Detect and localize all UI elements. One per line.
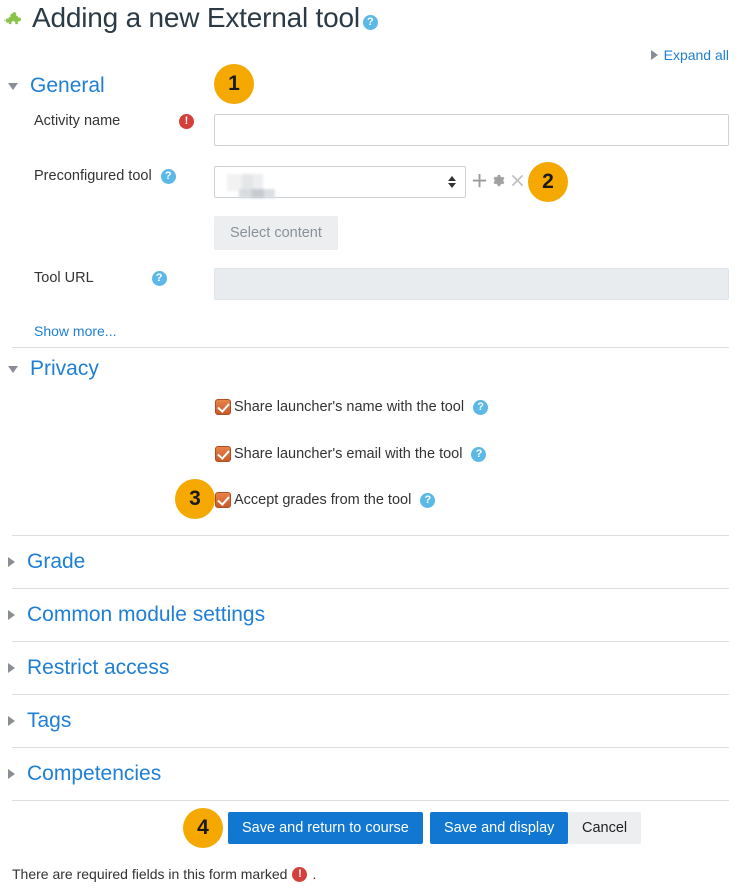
section-title-privacy: Privacy — [30, 357, 99, 380]
section-header-tags[interactable]: Tags — [8, 709, 71, 733]
help-icon[interactable]: ? — [420, 492, 436, 508]
puzzle-piece-icon — [0, 11, 26, 35]
expand-all-link[interactable]: Expand all — [664, 47, 729, 63]
chevron-down-icon[interactable] — [8, 365, 18, 373]
section-header-grade[interactable]: Grade — [8, 550, 85, 574]
divider — [12, 347, 729, 348]
divider — [12, 747, 729, 748]
checkbox-accept-grades[interactable] — [215, 492, 231, 508]
required-field-icon: ! — [292, 866, 308, 882]
chevron-right-icon[interactable] — [8, 769, 15, 779]
tool-url-input[interactable] — [214, 268, 729, 300]
section-header-general[interactable]: General — [8, 74, 105, 98]
section-header-competencies[interactable]: Competencies — [8, 762, 161, 786]
select-content-button[interactable]: Select content — [214, 216, 338, 250]
divider — [12, 588, 729, 589]
section-title-competencies: Competencies — [27, 762, 162, 785]
preconfigured-tool-label-group: Preconfigured tool ? — [34, 168, 176, 184]
tool-url-label: Tool URL — [34, 270, 94, 286]
required-field-icon: ! — [179, 113, 194, 129]
gear-icon[interactable] — [492, 174, 505, 192]
section-header-common-module-settings[interactable]: Common module settings — [8, 603, 265, 627]
section-title-grade: Grade — [27, 550, 86, 573]
share-name-checkbox-row[interactable]: Share launcher's name with the tool ? — [215, 399, 489, 415]
help-icon[interactable]: ? — [473, 399, 489, 415]
divider — [12, 641, 729, 642]
expand-all-control[interactable]: Expand all — [650, 47, 729, 63]
checkbox-label: Share launcher's email with the tool — [234, 446, 463, 462]
step-badge-3: 3 — [175, 479, 215, 519]
close-icon[interactable] — [511, 174, 524, 192]
section-header-restrict-access[interactable]: Restrict access — [8, 656, 169, 680]
chevron-right-icon[interactable] — [8, 716, 15, 726]
save-and-display-button[interactable]: Save and display — [430, 812, 569, 844]
section-header-privacy[interactable]: Privacy — [8, 357, 99, 381]
redacted-select-value — [227, 173, 275, 198]
checkbox-label: Accept grades from the tool — [234, 492, 412, 508]
help-icon[interactable]: ? — [362, 14, 378, 30]
section-title-tags: Tags — [27, 709, 72, 732]
section-title-common-module-settings: Common module settings — [27, 603, 266, 626]
activity-name-label-group: Activity name ! — [34, 113, 194, 129]
external-tool-form-page: Adding a new External tool ? Expand all … — [0, 0, 741, 894]
step-badge-1: 1 — [214, 64, 254, 104]
activity-name-input[interactable] — [214, 114, 729, 146]
chevron-right-icon[interactable] — [8, 557, 15, 567]
chevron-right-icon[interactable] — [8, 663, 15, 673]
checkbox-share-launcher-name[interactable] — [215, 399, 231, 415]
step-badge-4: 4 — [183, 808, 223, 848]
chevron-down-icon[interactable] — [8, 82, 18, 90]
checkbox-share-launcher-email[interactable] — [215, 446, 231, 462]
divider — [12, 694, 729, 695]
chevron-updown-icon — [448, 176, 456, 188]
section-title-restrict-access: Restrict access — [27, 656, 170, 679]
section-title-general: General — [30, 74, 105, 97]
page-header: Adding a new External tool ? — [0, 2, 378, 34]
step-badge-2: 2 — [528, 162, 568, 202]
chevron-right-icon — [650, 50, 658, 60]
page-title: Adding a new External tool — [32, 2, 360, 33]
help-icon[interactable]: ? — [160, 168, 176, 184]
help-icon[interactable]: ? — [471, 446, 487, 462]
share-email-checkbox-row[interactable]: Share launcher's email with the tool ? — [215, 446, 487, 462]
accept-grades-checkbox-row[interactable]: Accept grades from the tool ? — [215, 492, 436, 508]
preconfigured-tool-select[interactable] — [214, 166, 466, 198]
divider — [12, 535, 729, 536]
cancel-button[interactable]: Cancel — [568, 812, 642, 844]
required-note-text: There are required fields in this form m… — [12, 866, 288, 882]
divider — [12, 800, 729, 801]
required-note-period: . — [312, 866, 317, 882]
plus-icon[interactable] — [472, 173, 487, 193]
show-more-link[interactable]: Show more... — [34, 323, 116, 339]
activity-name-label: Activity name — [34, 113, 121, 129]
checkbox-label: Share launcher's name with the tool — [234, 399, 465, 415]
required-fields-note: There are required fields in this form m… — [12, 866, 316, 882]
save-and-return-button[interactable]: Save and return to course — [228, 812, 423, 844]
chevron-right-icon[interactable] — [8, 610, 15, 620]
tool-url-label-group: Tool URL ? — [34, 270, 167, 286]
preconfigured-tool-label: Preconfigured tool — [34, 168, 152, 184]
help-icon[interactable]: ? — [151, 270, 167, 286]
